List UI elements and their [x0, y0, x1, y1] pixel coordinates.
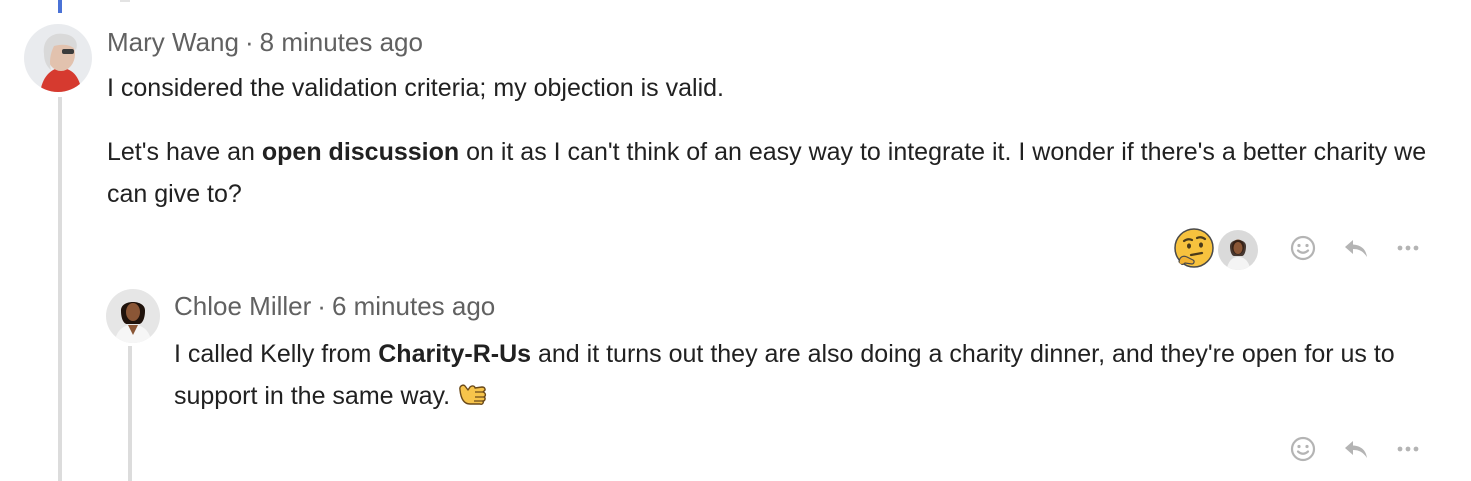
- reply-icon: [1345, 240, 1367, 257]
- comment-paragraph: Let's have an open discussion on it as I…: [107, 131, 1452, 215]
- comment-thread: Mary Wang · 8 minutes ago I considered the…: [0, 0, 1471, 481]
- more-options-button[interactable]: [1391, 231, 1425, 265]
- add-reaction-icon: [1290, 436, 1316, 462]
- bold-text: Charity-R-Us: [378, 340, 532, 368]
- meta-separator: ·: [317, 291, 326, 321]
- add-reaction-icon: [1290, 235, 1316, 261]
- reply-icon: [1345, 441, 1367, 458]
- comment-meta: Chloe Miller · 6 minutes ago: [174, 290, 495, 322]
- comment-meta: Mary Wang · 8 minutes ago: [107, 26, 423, 58]
- thinking-face-icon: [1174, 228, 1214, 268]
- reactor-avatar[interactable]: [1218, 230, 1258, 270]
- author-name[interactable]: Chloe Miller: [174, 291, 311, 321]
- divider: [120, 0, 130, 2]
- meta-separator: ·: [244, 27, 254, 57]
- call-me-hand-emoji-icon: [456, 378, 488, 410]
- reply-button[interactable]: [1339, 231, 1373, 265]
- thread-line: [58, 97, 62, 481]
- add-reaction-button[interactable]: [1286, 231, 1320, 265]
- text-segment: I called Kelly from: [174, 340, 379, 368]
- more-options-icon: [1397, 446, 1419, 452]
- more-options-icon: [1397, 245, 1419, 251]
- reply-thread-line: [128, 346, 132, 481]
- bold-text: open discussion: [261, 138, 460, 166]
- comment-paragraph: I considered the validation criteria; my…: [107, 74, 724, 102]
- more-options-button[interactable]: [1391, 432, 1425, 466]
- timestamp[interactable]: 8 minutes ago: [260, 27, 423, 57]
- avatar-mary-wang[interactable]: [24, 24, 92, 92]
- thinking-face-reaction[interactable]: [1173, 227, 1215, 269]
- text-segment: Let's have an: [107, 138, 262, 166]
- comment-paragraph: I called Kelly from Charity-R-Us and it …: [174, 333, 1444, 417]
- timestamp[interactable]: 6 minutes ago: [332, 291, 495, 321]
- thread-accent-bar: [58, 0, 62, 13]
- add-reaction-button[interactable]: [1286, 432, 1320, 466]
- reply-button[interactable]: [1339, 432, 1373, 466]
- avatar-chloe-miller[interactable]: [106, 289, 160, 343]
- author-name[interactable]: Mary Wang: [107, 27, 239, 57]
